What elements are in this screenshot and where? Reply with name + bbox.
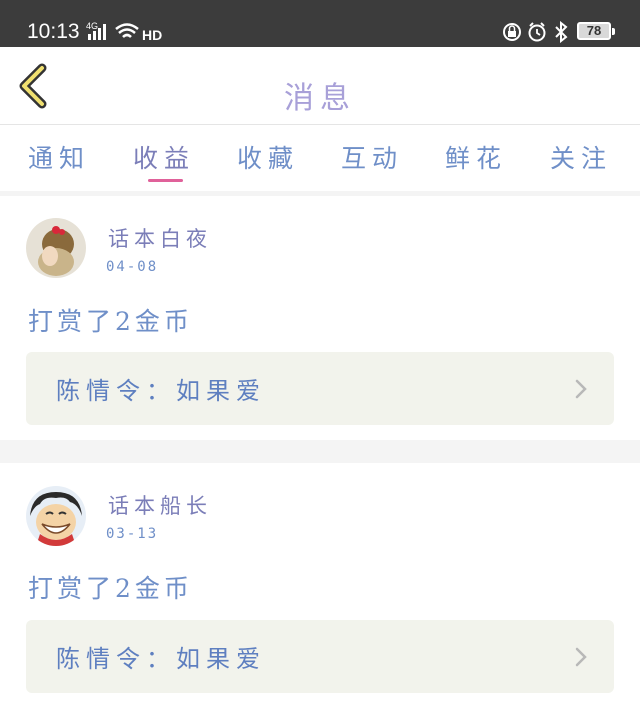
tab-label: 关注 — [550, 144, 613, 173]
username[interactable]: 话本船长 — [108, 490, 212, 520]
message-date: 04-08 — [106, 259, 159, 275]
referenced-work[interactable]: 陈情令：如果爱 — [26, 620, 614, 693]
message-card: 话本白夜 04-08 打赏了2金币 陈情令：如果爱 — [0, 196, 640, 440]
status-time: 10:13 — [27, 20, 80, 43]
tab-favorites[interactable]: 收藏 — [237, 139, 299, 175]
status-bar: 10:13 4G HD 78 — [0, 0, 640, 47]
tab-earnings[interactable]: 收益 — [133, 139, 195, 175]
chevron-right-icon — [575, 379, 587, 399]
tab-label: 互动 — [341, 144, 404, 173]
avatar[interactable] — [26, 486, 86, 546]
network-label: 4G — [86, 21, 98, 31]
svg-text:HD: HD — [142, 27, 162, 42]
battery-indicator: 78 — [577, 22, 615, 40]
username[interactable]: 话本白夜 — [108, 223, 212, 253]
tab-interactions[interactable]: 互动 — [341, 139, 403, 175]
tab-flowers[interactable]: 鲜花 — [445, 139, 507, 175]
referenced-work[interactable]: 陈情令：如果爱 — [26, 352, 614, 425]
tab-label: 通知 — [28, 144, 91, 173]
referenced-work-title: 陈情令：如果爱 — [56, 645, 266, 673]
message-date: 03-13 — [106, 526, 159, 542]
page-title: 消息 — [284, 81, 356, 116]
chevron-right-icon — [575, 647, 587, 667]
tab-following[interactable]: 关注 — [550, 139, 612, 175]
avatar[interactable] — [26, 218, 86, 278]
message-action: 打赏了2金币 — [28, 574, 193, 603]
tab-bar: 通知 收益 收藏 互动 鲜花 关注 — [0, 125, 640, 191]
status-right-icons — [503, 21, 568, 43]
tab-label: 收藏 — [237, 144, 300, 173]
tab-label: 鲜花 — [445, 144, 508, 173]
referenced-work-title: 陈情令：如果爱 — [56, 377, 266, 405]
message-action: 打赏了2金币 — [28, 307, 193, 336]
tab-notifications[interactable]: 通知 — [28, 139, 90, 175]
tab-label: 收益 — [133, 144, 196, 173]
signal-wifi-icon: 4G HD — [86, 21, 162, 42]
active-tab-indicator — [148, 179, 183, 182]
message-card: 话本船长 03-13 打赏了2金币 陈情令：如果爱 — [0, 463, 640, 720]
header-bar: 消息 — [0, 47, 640, 125]
